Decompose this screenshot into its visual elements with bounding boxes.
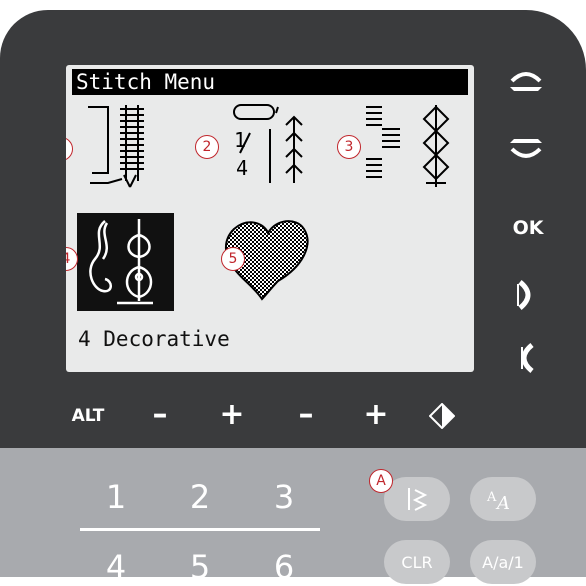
length-minus-button[interactable]: – (286, 396, 326, 432)
arrow-down-icon (510, 139, 542, 158)
key-1[interactable]: 1 (96, 478, 136, 516)
category-satin[interactable] (356, 103, 466, 193)
balance-button[interactable] (424, 398, 460, 434)
marker-3: 3 (337, 135, 361, 159)
category-quilt[interactable]: 1 4 (216, 103, 336, 193)
decorative-stitch-icon (89, 219, 153, 305)
stitch-symbol-icon (408, 488, 428, 511)
keypad-divider (80, 528, 320, 531)
key-2[interactable]: 2 (180, 478, 220, 516)
alt-button[interactable]: ALT (66, 400, 110, 432)
arrow-down-button[interactable] (506, 130, 546, 170)
quilt-stitch-icon: 1 4 (233, 104, 303, 183)
utility-stitch-icon (88, 105, 144, 188)
arrow-up-icon (510, 72, 542, 91)
mirror-left-icon (521, 343, 534, 373)
mirror-right-icon (517, 280, 531, 310)
marker-2: 2 (195, 135, 219, 159)
screen-title: Stitch Menu (72, 69, 468, 95)
svg-text:1: 1 (234, 128, 246, 152)
case-label: A/a/1 (482, 552, 524, 572)
mirror-right-button[interactable] (510, 275, 542, 315)
category-utility[interactable] (72, 103, 172, 193)
stitch-icon-button[interactable] (384, 477, 450, 521)
key-3[interactable]: 3 (264, 478, 304, 516)
marker-5: 5 (221, 247, 245, 271)
minus-label-1: – (152, 396, 168, 432)
alt-label: ALT (71, 406, 105, 426)
satin-stitch-icon (366, 105, 450, 187)
ok-button[interactable]: OK (508, 208, 548, 248)
font-button[interactable]: A A (470, 477, 536, 521)
minus-label-2: – (298, 396, 314, 432)
clr-label: CLR (401, 552, 433, 572)
svg-text:A: A (486, 490, 497, 505)
svg-text:A: A (495, 493, 510, 513)
key-6[interactable]: 6 (264, 548, 304, 586)
font-style-icon: A A (486, 490, 510, 513)
plus-label-1: + (219, 396, 245, 432)
length-plus-button[interactable]: + (356, 396, 396, 432)
case-button[interactable]: A/a/1 (470, 540, 536, 584)
width-minus-button[interactable]: – (140, 396, 180, 432)
marker-a: A (369, 469, 393, 493)
width-plus-button[interactable]: + (212, 396, 252, 432)
category-decorative[interactable] (77, 213, 174, 311)
plus-label-2: + (363, 396, 389, 432)
diamond-icon (429, 403, 455, 429)
arrow-up-button[interactable] (506, 62, 546, 102)
mirror-left-button[interactable] (510, 338, 542, 378)
svg-text:4: 4 (236, 156, 248, 180)
clr-button[interactable]: CLR (384, 540, 450, 584)
lcd-screen: Stitch Menu 1 4 2 3 5 4 Decorative (66, 65, 474, 372)
status-text: 4 Decorative (78, 327, 230, 351)
key-5[interactable]: 5 (180, 548, 220, 586)
ok-label: OK (512, 217, 544, 239)
key-4[interactable]: 4 (96, 548, 136, 586)
